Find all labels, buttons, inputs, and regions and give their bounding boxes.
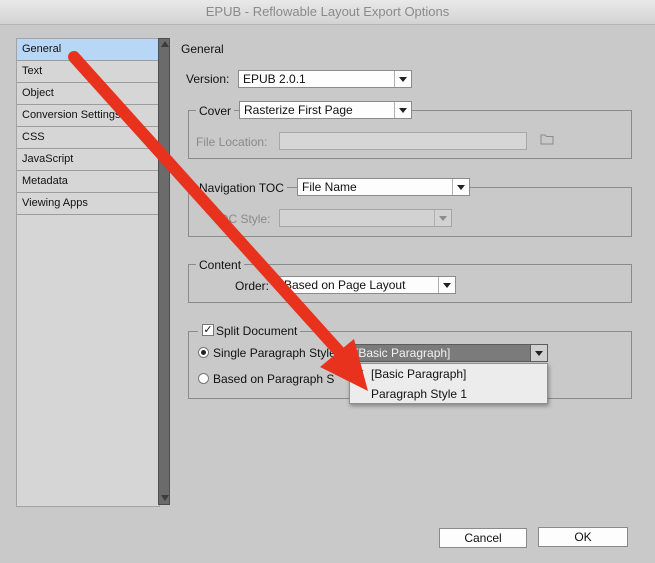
chevron-down-icon bbox=[452, 179, 469, 195]
chevron-down-icon bbox=[394, 71, 411, 87]
dropdown-option-label: Paragraph Style 1 bbox=[371, 387, 468, 401]
order-select[interactable]: Based on Page Layout bbox=[279, 276, 456, 294]
dropdown-option-basic-paragraph[interactable]: ✓ [Basic Paragraph] bbox=[350, 364, 547, 384]
based-on-paragraph-label: Based on Paragraph S bbox=[213, 372, 335, 386]
window-title-bar: EPUB - Reflowable Layout Export Options bbox=[0, 0, 655, 25]
sidebar-item-conversion-settings[interactable]: Conversion Settings bbox=[17, 105, 159, 127]
cover-select-value: Rasterize First Page bbox=[244, 103, 353, 117]
paragraph-style-select[interactable]: [Basic Paragraph] bbox=[350, 344, 548, 362]
chevron-down-icon bbox=[394, 102, 411, 118]
ok-button[interactable]: OK bbox=[538, 527, 628, 547]
sidebar-scrollbar[interactable] bbox=[158, 38, 170, 505]
single-paragraph-style-radio[interactable] bbox=[198, 347, 209, 358]
paragraph-style-select-value: [Basic Paragraph] bbox=[355, 346, 451, 360]
file-location-field bbox=[279, 132, 527, 150]
folder-icon bbox=[540, 134, 554, 145]
chevron-down-icon bbox=[438, 277, 455, 293]
sidebar-item-css[interactable]: CSS bbox=[17, 127, 159, 149]
sidebar-item-metadata[interactable]: Metadata bbox=[17, 171, 159, 193]
order-label: Order: bbox=[235, 279, 270, 293]
paragraph-style-dropdown-menu: ✓ [Basic Paragraph] Paragraph Style 1 bbox=[349, 363, 548, 404]
dropdown-option-label: [Basic Paragraph] bbox=[371, 367, 467, 381]
scroll-up-arrow-icon[interactable] bbox=[161, 41, 169, 47]
order-select-value: Based on Page Layout bbox=[284, 278, 406, 292]
section-title: General bbox=[181, 42, 224, 56]
navigation-toc-select-value: File Name bbox=[302, 180, 357, 194]
navigation-toc-label: Navigation TOC bbox=[196, 181, 287, 195]
dropdown-option-paragraph-style-1[interactable]: Paragraph Style 1 bbox=[350, 384, 547, 404]
chevron-down-icon bbox=[434, 210, 451, 226]
version-select-value: EPUB 2.0.1 bbox=[243, 72, 306, 86]
sidebar-item-object[interactable]: Object bbox=[17, 83, 159, 105]
checkmark-icon: ✓ bbox=[356, 368, 366, 380]
sidebar-item-javascript[interactable]: JavaScript bbox=[17, 149, 159, 171]
sidebar-item-general[interactable]: General bbox=[17, 39, 159, 61]
cancel-button[interactable]: Cancel bbox=[439, 528, 527, 548]
content-label: Content bbox=[196, 258, 245, 272]
based-on-paragraph-radio[interactable] bbox=[198, 373, 209, 384]
version-label: Version: bbox=[186, 72, 230, 86]
chevron-down-icon bbox=[530, 345, 547, 361]
version-select[interactable]: EPUB 2.0.1 bbox=[238, 70, 412, 88]
toc-style-label: TOC Style: bbox=[212, 212, 271, 226]
cover-label: Cover bbox=[196, 104, 235, 118]
single-paragraph-style-label: Single Paragraph Style bbox=[213, 346, 336, 360]
sidebar-item-viewing-apps[interactable]: Viewing Apps bbox=[17, 193, 159, 215]
window-title: EPUB - Reflowable Layout Export Options bbox=[205, 4, 450, 19]
toc-style-select bbox=[279, 209, 452, 227]
checkmark-icon: ✓ bbox=[203, 324, 213, 336]
sidebar-item-text[interactable]: Text bbox=[17, 61, 159, 83]
sidebar-list: General Text Object Conversion Settings … bbox=[16, 38, 160, 507]
scroll-down-arrow-icon[interactable] bbox=[161, 495, 169, 501]
cover-select[interactable]: Rasterize First Page bbox=[239, 101, 412, 119]
split-document-checkbox[interactable]: ✓ bbox=[202, 324, 214, 336]
navigation-toc-select[interactable]: File Name bbox=[297, 178, 470, 196]
file-location-label: File Location: bbox=[196, 135, 268, 149]
